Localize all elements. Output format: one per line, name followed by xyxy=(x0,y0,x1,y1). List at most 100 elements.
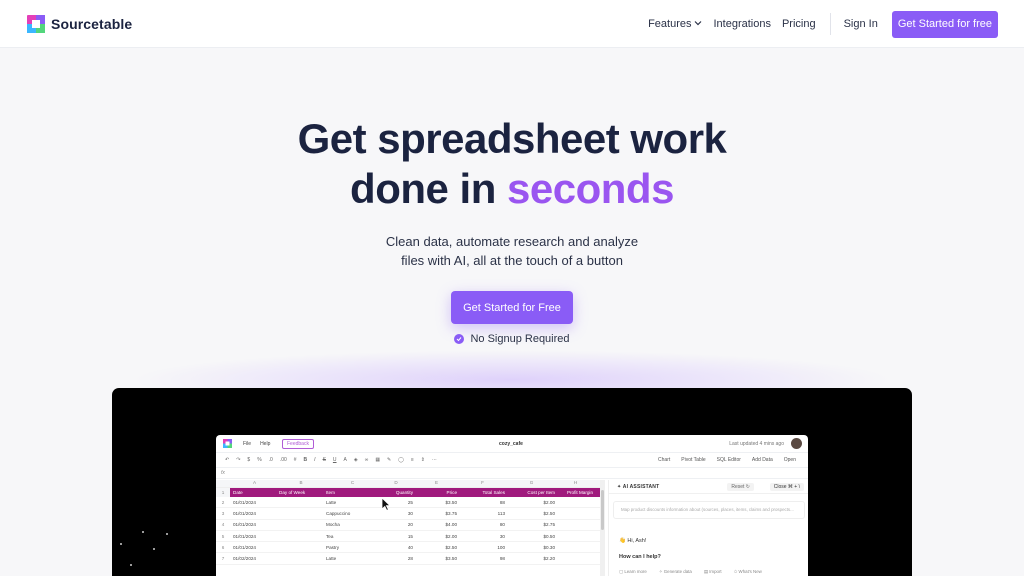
ai-reset-button[interactable]: Reset ↻ xyxy=(727,483,754,491)
menu-help[interactable]: Help xyxy=(260,441,270,447)
align-icon[interactable]: ≡ xyxy=(411,457,414,463)
table-cell[interactable]: Tea xyxy=(323,534,379,539)
chart-button[interactable]: Chart xyxy=(658,457,670,463)
table-cell[interactable]: 20 xyxy=(379,522,416,527)
table-cell[interactable]: 40 xyxy=(379,545,416,550)
table-cell[interactable]: $3.75 xyxy=(416,511,460,516)
ai-close-button[interactable]: Close ⌘ + \ xyxy=(769,483,804,491)
table-cell[interactable]: Latte xyxy=(323,556,379,561)
col-letter[interactable]: D xyxy=(379,480,416,487)
table-cell[interactable]: 80 xyxy=(460,522,508,527)
header-cell[interactable]: Price xyxy=(416,488,460,497)
table-cell[interactable]: 113 xyxy=(460,511,508,516)
table-cell[interactable]: 01/01/2024 xyxy=(230,500,276,505)
header-cell[interactable]: Cost per Item xyxy=(508,488,558,497)
table-cell[interactable]: $3.50 xyxy=(416,500,460,505)
col-letter[interactable]: A xyxy=(230,480,276,487)
header-cell[interactable]: Quantity xyxy=(379,488,416,497)
row-number[interactable]: 4 xyxy=(216,522,230,527)
col-letter[interactable]: C xyxy=(323,480,379,487)
fill-color-icon[interactable]: ◈ xyxy=(354,457,358,463)
number-format-icon[interactable]: # xyxy=(294,457,297,463)
nav-get-started-button[interactable]: Get Started for free xyxy=(891,10,998,38)
ai-chip-learn-more[interactable]: ▢ Learn more xyxy=(619,569,647,575)
row-number[interactable]: 2 xyxy=(216,500,230,505)
table-cell[interactable]: Latte xyxy=(323,500,379,505)
table-cell[interactable]: $2.00 xyxy=(416,534,460,539)
brand-logo[interactable]: Sourcetable xyxy=(27,15,132,33)
sql-editor-button[interactable]: SQL Editor xyxy=(717,457,741,463)
table-cell[interactable]: $2.50 xyxy=(508,511,558,516)
ai-chip-generate[interactable]: ✧ Generate data xyxy=(659,569,692,575)
add-data-button[interactable]: Add Data xyxy=(752,457,773,463)
pen-icon[interactable]: ✎ xyxy=(387,457,391,463)
table-cell[interactable]: $2.50 xyxy=(416,545,460,550)
decimal-more-icon[interactable]: .00 xyxy=(280,457,287,463)
link-icon[interactable]: ∞ xyxy=(365,457,369,463)
table-cell[interactable]: $2.75 xyxy=(508,522,558,527)
table-cell[interactable]: 28 xyxy=(379,556,416,561)
table-cell[interactable]: Pastry xyxy=(323,545,379,550)
grid-scrollbar[interactable] xyxy=(600,480,605,576)
avatar[interactable] xyxy=(791,438,802,449)
table-cell[interactable]: Mocha xyxy=(323,522,379,527)
row-number[interactable]: 5 xyxy=(216,534,230,539)
header-cell[interactable]: Item xyxy=(323,488,379,497)
col-letter[interactable]: G xyxy=(508,480,558,487)
table-cell[interactable]: 01/01/2024 xyxy=(230,545,276,550)
table-cell[interactable]: 30 xyxy=(460,534,508,539)
table-cell[interactable]: 100 xyxy=(460,545,508,550)
table-cell[interactable]: 88 xyxy=(460,500,508,505)
table-cell[interactable]: 15 xyxy=(379,534,416,539)
row-number[interactable]: 3 xyxy=(216,511,230,516)
col-letter[interactable]: E xyxy=(416,480,460,487)
shape-icon[interactable]: ◯ xyxy=(398,457,404,463)
italic-icon[interactable]: I xyxy=(314,457,315,463)
sign-in-link[interactable]: Sign In xyxy=(844,18,878,30)
col-letter[interactable]: B xyxy=(276,480,323,487)
menu-file[interactable]: File xyxy=(243,441,251,447)
formula-bar[interactable]: fx xyxy=(216,468,808,479)
table-cell[interactable]: 01/01/2024 xyxy=(230,511,276,516)
table-cell[interactable]: 01/02/2024 xyxy=(230,556,276,561)
feedback-button[interactable]: Feedback xyxy=(282,439,314,449)
header-cell[interactable]: Total Sales xyxy=(460,488,508,497)
more-icon[interactable]: ⋯ xyxy=(432,457,437,463)
col-letter[interactable]: F xyxy=(460,480,508,487)
table-cell[interactable]: 01/01/2024 xyxy=(230,522,276,527)
nav-link-features[interactable]: Features xyxy=(648,18,702,30)
percent-icon[interactable]: % xyxy=(257,457,261,463)
row-number[interactable]: 6 xyxy=(216,545,230,550)
table-cell[interactable]: Cappuccino xyxy=(323,511,379,516)
valign-icon[interactable]: ⇕ xyxy=(421,457,425,463)
table-cell[interactable]: $2.00 xyxy=(508,500,558,505)
undo-icon[interactable]: ↶ xyxy=(225,457,229,463)
hero-get-started-button[interactable]: Get Started for Free xyxy=(451,291,573,324)
header-cell[interactable]: Profit Margin xyxy=(558,488,596,497)
pivot-table-button[interactable]: Pivot Table xyxy=(681,457,705,463)
decimal-icon[interactable]: .0 xyxy=(269,457,273,463)
ai-chip-whats-new[interactable]: ✩ What's New xyxy=(734,569,762,575)
redo-icon[interactable]: ↷ xyxy=(236,457,240,463)
nav-link-pricing[interactable]: Pricing xyxy=(782,18,816,30)
bold-icon[interactable]: B xyxy=(304,457,308,463)
ai-chip-import[interactable]: ▤ Import xyxy=(704,569,722,575)
borders-icon[interactable]: ▦ xyxy=(375,457,380,463)
nav-link-integrations[interactable]: Integrations xyxy=(713,18,770,30)
col-letter[interactable]: H xyxy=(558,480,596,487)
table-cell[interactable]: $0.30 xyxy=(508,545,558,550)
table-cell[interactable]: $2.20 xyxy=(508,556,558,561)
table-cell[interactable]: $4.00 xyxy=(416,522,460,527)
header-cell[interactable]: Date xyxy=(230,488,276,497)
row-number[interactable]: 7 xyxy=(216,556,230,561)
table-cell[interactable]: $0.50 xyxy=(508,534,558,539)
table-cell[interactable]: 98 xyxy=(460,556,508,561)
strike-icon[interactable]: S xyxy=(323,457,326,463)
text-color-icon[interactable]: A xyxy=(344,457,347,463)
open-button[interactable]: Open xyxy=(784,457,796,463)
table-cell[interactable]: 01/01/2024 xyxy=(230,534,276,539)
currency-icon[interactable]: $ xyxy=(247,457,250,463)
header-cell[interactable]: Day of Week xyxy=(276,488,323,497)
table-cell[interactable]: $3.50 xyxy=(416,556,460,561)
underline-icon[interactable]: U xyxy=(333,457,337,463)
